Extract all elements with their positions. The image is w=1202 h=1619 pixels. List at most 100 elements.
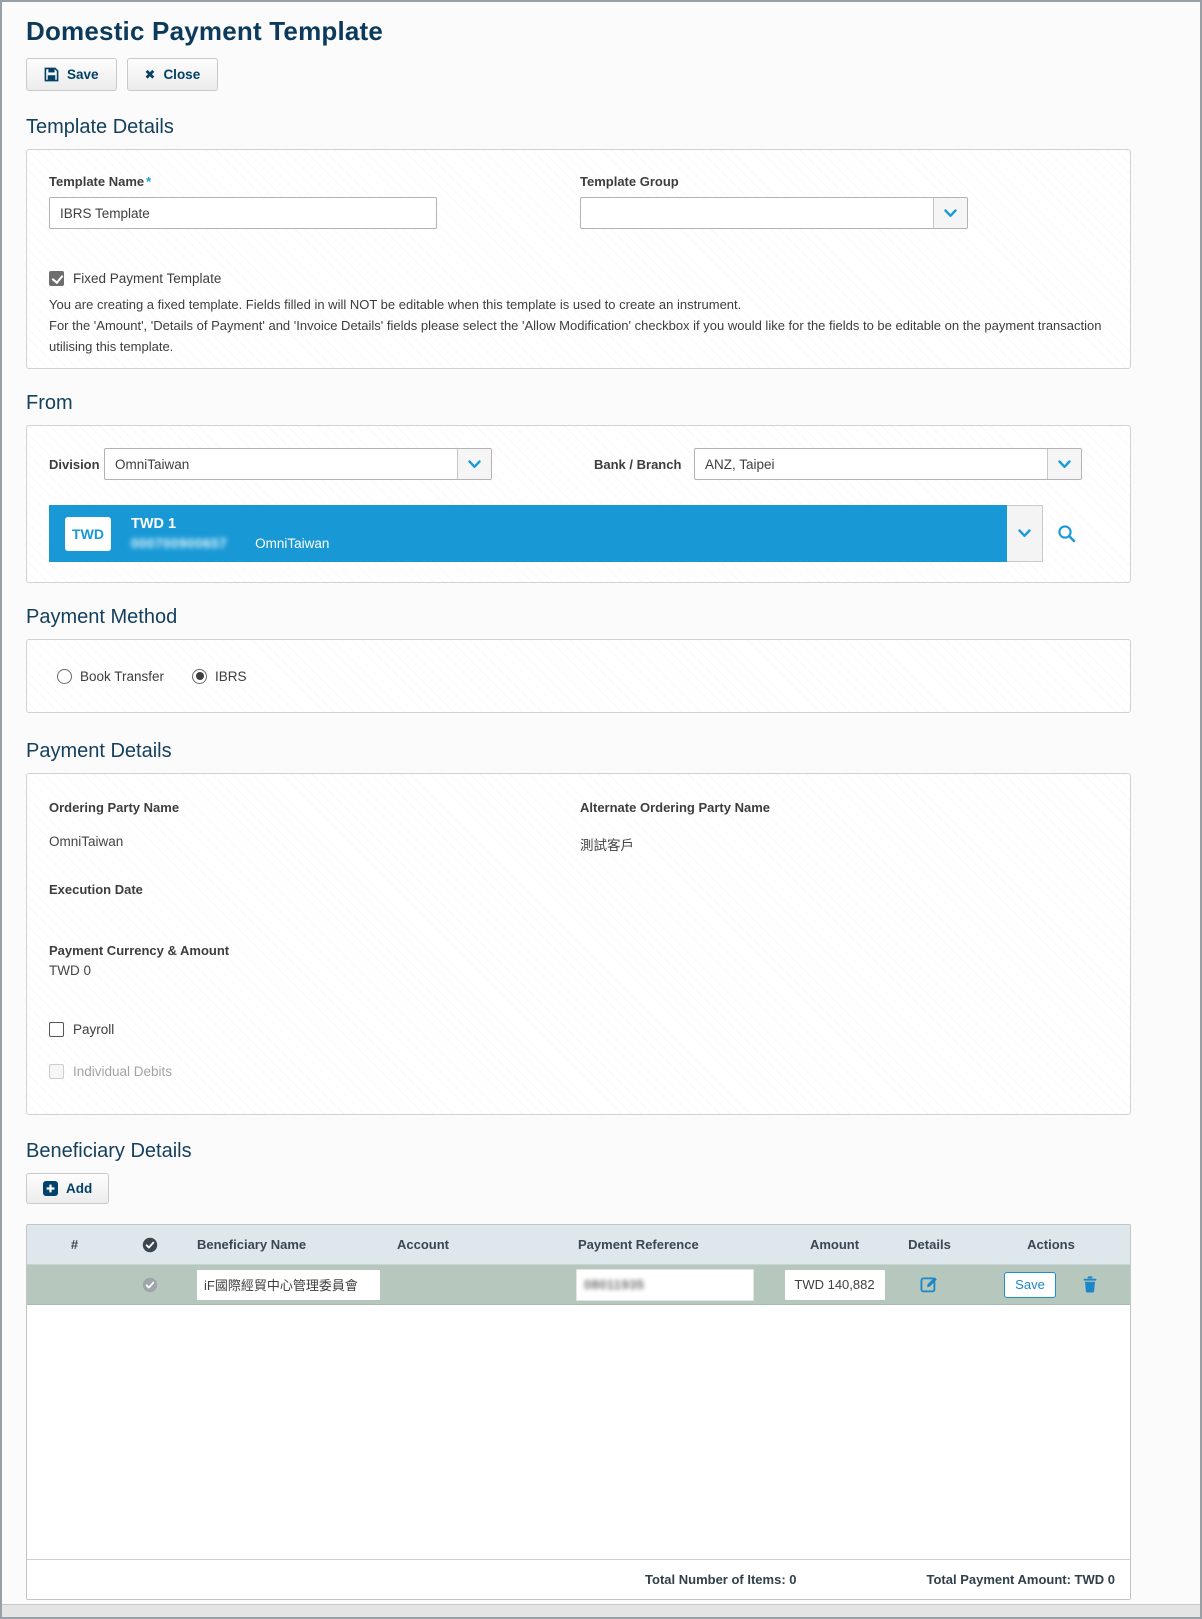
- add-button-label: Add: [66, 1181, 92, 1196]
- template-name-input[interactable]: [49, 197, 437, 229]
- bank-branch-select[interactable]: ANZ, Taipei: [694, 448, 1082, 480]
- chevron-down-icon[interactable]: [457, 449, 491, 479]
- account-chevron-down-icon[interactable]: [1007, 505, 1043, 562]
- page-content: Domestic Payment Template Save ✖ Close T…: [26, 2, 1131, 1600]
- payment-details-heading: Payment Details: [26, 737, 1131, 765]
- template-group-label: Template Group: [580, 174, 1108, 189]
- col-account-header: Account: [377, 1237, 562, 1252]
- checkbox-unchecked-icon: [49, 1022, 64, 1037]
- template-group-value: [581, 198, 933, 228]
- save-button[interactable]: Save: [26, 58, 117, 91]
- app-window: Domestic Payment Template Save ✖ Close T…: [0, 0, 1202, 1619]
- save-icon: [44, 67, 59, 82]
- account-info: TWD 1 000700900657 OmniTaiwan: [131, 515, 329, 553]
- payment-details-panel: Ordering Party Name OmniTaiwan Alternate…: [26, 773, 1131, 1115]
- col-status-header: [122, 1237, 177, 1253]
- row-payment-reference-cell: 08011935: [562, 1269, 782, 1301]
- division-select[interactable]: OmniTaiwan: [104, 448, 492, 480]
- currency-amount-label: Payment Currency & Amount: [49, 943, 1108, 958]
- account-name: TWD 1: [131, 515, 329, 534]
- beneficiary-details-heading: Beneficiary Details: [26, 1137, 1131, 1165]
- beneficiary-table: # Beneficiary Name Account Payment Refer…: [26, 1224, 1131, 1600]
- ordering-party-label: Ordering Party Name: [49, 800, 580, 815]
- payroll-label: Payroll: [73, 1022, 114, 1037]
- row-details-cell: [887, 1275, 972, 1294]
- add-beneficiary-button[interactable]: Add: [26, 1173, 109, 1204]
- division-value: OmniTaiwan: [105, 449, 457, 479]
- selected-account[interactable]: TWD TWD 1 000700900657 OmniTaiwan: [49, 505, 1007, 562]
- table-empty-area: [27, 1305, 1130, 1559]
- horizontal-scrollbar[interactable]: [2, 1604, 1200, 1617]
- account-selector: TWD TWD 1 000700900657 OmniTaiwan: [49, 505, 1043, 562]
- row-save-button[interactable]: Save: [1004, 1272, 1056, 1298]
- save-button-label: Save: [67, 67, 99, 82]
- checkbox-checked-icon: [49, 271, 64, 286]
- trash-icon: [1082, 1276, 1098, 1293]
- note-line-1: You are creating a fixed template. Field…: [49, 297, 741, 312]
- division-label: Division: [49, 457, 104, 472]
- edit-icon: [920, 1275, 939, 1294]
- from-heading: From: [26, 389, 1131, 417]
- close-button[interactable]: ✖ Close: [127, 58, 219, 91]
- ibrs-label: IBRS: [215, 669, 247, 684]
- fixed-payment-template-label: Fixed Payment Template: [73, 271, 221, 286]
- col-amount-header: Amount: [782, 1237, 887, 1252]
- individual-debits-label: Individual Debits: [73, 1064, 172, 1079]
- account-owner: OmniTaiwan: [255, 534, 329, 553]
- table-footer: Total Number of Items: 0 Total Payment A…: [27, 1559, 1130, 1599]
- edit-details-button[interactable]: [920, 1275, 939, 1294]
- payment-reference-redacted: 08011935: [584, 1277, 644, 1292]
- radio-book-transfer[interactable]: Book Transfer: [57, 669, 164, 684]
- radio-off-icon: [57, 669, 72, 684]
- add-icon: [43, 1181, 58, 1196]
- template-group-field: Template Group: [580, 174, 1108, 229]
- chevron-down-icon[interactable]: [1047, 449, 1081, 479]
- row-beneficiary-name-cell: iF國際經貿中心管理委員會: [177, 1270, 377, 1300]
- required-asterisk: *: [146, 174, 151, 189]
- page-title: Domestic Payment Template: [26, 14, 1131, 48]
- beneficiary-name-value[interactable]: iF國際經貿中心管理委員會: [197, 1270, 380, 1300]
- account-search-icon[interactable]: [1057, 524, 1076, 543]
- alt-ordering-party-value: 測試客戶: [580, 834, 1108, 854]
- individual-debits-checkbox: Individual Debits: [49, 1064, 1108, 1079]
- payment-method-heading: Payment Method: [26, 603, 1131, 631]
- ordering-party-value: OmniTaiwan: [49, 834, 580, 849]
- close-button-label: Close: [163, 67, 200, 82]
- alt-ordering-party-label: Alternate Ordering Party Name: [580, 800, 1108, 815]
- toolbar: Save ✖ Close: [26, 58, 1131, 91]
- col-details-header: Details: [887, 1237, 972, 1252]
- row-status-cell: [122, 1277, 177, 1293]
- template-group-select[interactable]: [580, 197, 968, 229]
- col-number-header: #: [27, 1237, 122, 1252]
- col-actions-header: Actions: [972, 1237, 1130, 1252]
- radio-ibrs[interactable]: IBRS: [192, 669, 247, 684]
- row-amount-cell: TWD 140,882: [782, 1270, 887, 1300]
- account-number-redacted: 000700900657: [131, 534, 227, 553]
- from-panel: Division OmniTaiwan Bank / Branch ANZ, T…: [26, 425, 1131, 583]
- total-items: Total Number of Items: 0: [645, 1572, 796, 1587]
- bank-branch-value: ANZ, Taipei: [695, 449, 1047, 479]
- col-beneficiary-name-header: Beneficiary Name: [177, 1237, 377, 1252]
- template-details-heading: Template Details: [26, 113, 1131, 141]
- chevron-down-icon[interactable]: [933, 198, 967, 228]
- currency-amount-value: TWD 0: [49, 963, 1108, 978]
- beneficiary-table-header: # Beneficiary Name Account Payment Refer…: [27, 1225, 1130, 1265]
- amount-value: TWD 140,882: [785, 1270, 885, 1300]
- payment-method-panel: Book Transfer IBRS: [26, 639, 1131, 713]
- payroll-checkbox[interactable]: Payroll: [49, 1022, 1108, 1037]
- check-circle-gray-icon: [142, 1277, 158, 1293]
- close-icon: ✖: [145, 68, 156, 81]
- book-transfer-label: Book Transfer: [80, 669, 164, 684]
- currency-badge: TWD: [65, 517, 111, 551]
- fixed-template-note: You are creating a fixed template. Field…: [49, 294, 1108, 357]
- delete-row-button[interactable]: [1082, 1276, 1098, 1293]
- table-row: iF國際經貿中心管理委員會 08011935 TWD 140,882: [27, 1265, 1130, 1305]
- fixed-payment-template-checkbox[interactable]: Fixed Payment Template: [49, 271, 1108, 286]
- template-details-panel: Template Name* Template Group Fixe: [26, 149, 1131, 369]
- check-circle-icon: [142, 1237, 158, 1253]
- payment-reference-input[interactable]: 08011935: [576, 1269, 754, 1301]
- execution-date-label: Execution Date: [49, 882, 1108, 897]
- total-amount: Total Payment Amount: TWD 0: [927, 1572, 1116, 1587]
- note-line-2: For the 'Amount', 'Details of Payment' a…: [49, 318, 1101, 354]
- template-name-label: Template Name*: [49, 174, 580, 189]
